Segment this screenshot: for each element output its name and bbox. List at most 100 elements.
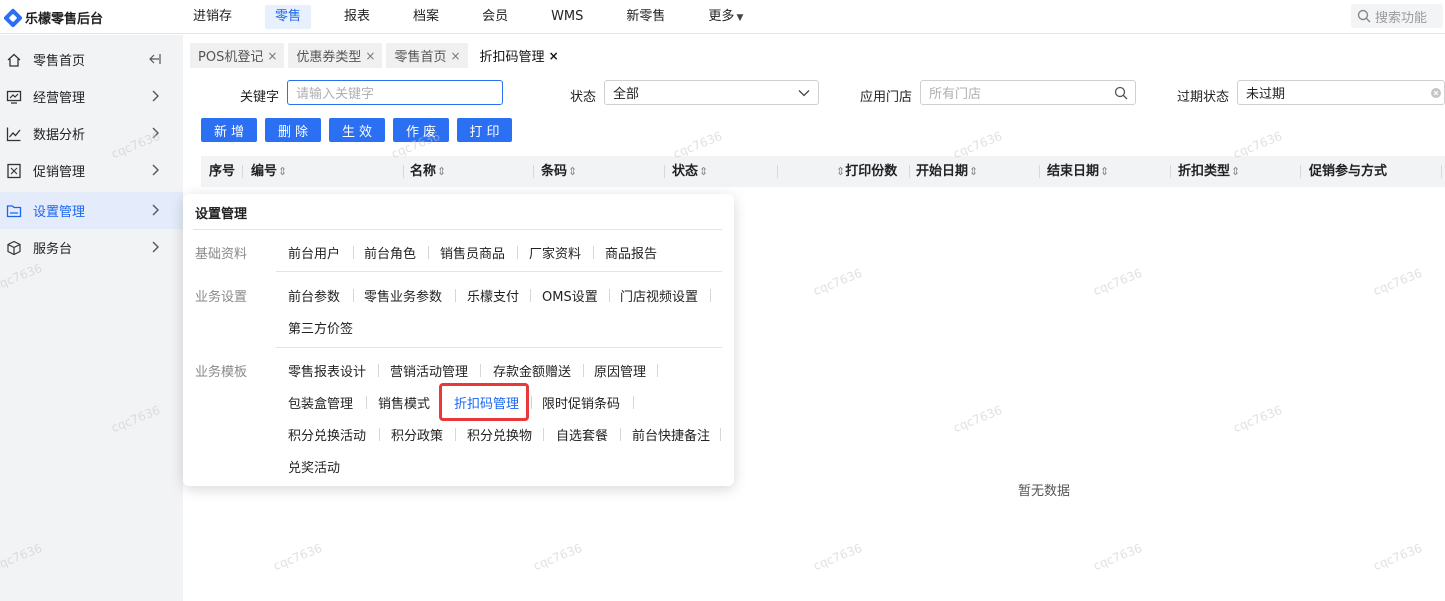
menu-item-custom-combo[interactable]: 自选套餐 xyxy=(556,425,608,444)
tab-pos-register[interactable]: POS机登记 × xyxy=(190,43,285,68)
nav-item-archives[interactable]: 档案 xyxy=(403,5,449,29)
void-button[interactable]: 作废 xyxy=(393,118,449,142)
column-label: 序号 xyxy=(209,164,236,179)
keyword-label: 关键字 xyxy=(240,90,280,105)
menu-item-retail-params[interactable]: 零售业务参数 xyxy=(364,286,442,305)
menu-separator xyxy=(366,396,367,409)
sidebar-item-label: 数据分析 xyxy=(33,128,86,143)
close-icon[interactable]: × xyxy=(549,49,559,63)
nav-item-new-retail[interactable]: 新零售 xyxy=(616,5,675,29)
close-icon[interactable]: × xyxy=(267,49,277,63)
app-logo[interactable]: 乐檬零售后台 xyxy=(3,7,103,28)
column-divider[interactable] xyxy=(777,165,778,178)
column-divider[interactable] xyxy=(909,165,910,178)
nav-item-more[interactable]: 更多 ▼ xyxy=(698,5,753,29)
menu-item-front-users[interactable]: 前台用户 xyxy=(288,243,340,262)
column-divider[interactable] xyxy=(1441,165,1442,178)
column-header-print-count[interactable]: ⇕打印份数 xyxy=(835,156,897,187)
column-header-end-date[interactable]: 结束日期⇕ xyxy=(1047,156,1109,187)
menu-item-prize-redemption[interactable]: 兑奖活动 xyxy=(288,457,340,476)
chevron-right-icon xyxy=(147,239,163,255)
column-label: 状态 xyxy=(672,164,699,179)
menu-item-third-party-price-tag[interactable]: 第三方价签 xyxy=(288,318,353,337)
logo-icon xyxy=(3,7,23,28)
menu-item-packaging-box[interactable]: 包装盒管理 xyxy=(288,393,353,412)
column-divider[interactable] xyxy=(242,165,243,178)
menu-item-salesperson-goods[interactable]: 销售员商品 xyxy=(440,243,505,262)
keyword-input[interactable]: 请输入关键字 xyxy=(287,80,503,105)
activate-button[interactable]: 生效 xyxy=(329,118,385,142)
column-header-start-date[interactable]: 开始日期⇕ xyxy=(916,156,978,187)
column-header-status[interactable]: 状态⇕ xyxy=(672,156,708,187)
tab-label: 折扣码管理 xyxy=(479,50,545,65)
expire-select[interactable]: 未过期 xyxy=(1237,80,1445,105)
menu-item-lemeng-pay[interactable]: 乐檬支付 xyxy=(467,286,519,305)
add-button[interactable]: 新增 xyxy=(201,118,257,142)
collapse-sidebar-icon[interactable] xyxy=(147,51,163,67)
menu-item-oms-settings[interactable]: OMS设置 xyxy=(542,286,598,305)
sidebar-item-label: 服务台 xyxy=(33,242,73,257)
search-icon[interactable] xyxy=(1113,85,1129,101)
print-button[interactable]: 打印 xyxy=(457,118,512,142)
sidebar-item-retail-home[interactable]: 零售首页 xyxy=(0,41,183,78)
column-header-code[interactable]: 编号⇕ xyxy=(251,156,287,187)
tab-coupon-types[interactable]: 优惠券类型 × xyxy=(288,43,383,68)
column-divider[interactable] xyxy=(403,165,404,178)
menu-item-reason-management[interactable]: 原因管理 xyxy=(594,361,646,380)
menu-item-deposit-bonus[interactable]: 存款金额赠送 xyxy=(493,361,571,380)
column-header-name[interactable]: 名称⇕ xyxy=(410,156,446,187)
menu-item-vendor-info[interactable]: 厂家资料 xyxy=(529,243,581,262)
menu-item-points-policy[interactable]: 积分政策 xyxy=(391,425,443,444)
menu-item-points-items[interactable]: 积分兑换物 xyxy=(467,425,532,444)
menu-divider xyxy=(193,229,722,230)
column-divider[interactable] xyxy=(533,165,534,178)
column-header-barcode[interactable]: 条码⇕ xyxy=(541,156,577,187)
menu-item-marketing-activities[interactable]: 营销活动管理 xyxy=(390,361,468,380)
menu-item-store-video[interactable]: 门店视频设置 xyxy=(620,286,698,305)
store-input[interactable]: 所有门店 xyxy=(920,80,1136,105)
menu-item-sales-mode[interactable]: 销售模式 xyxy=(378,393,430,412)
tab-retail-home[interactable]: 零售首页 × xyxy=(386,43,468,68)
tab-discount-code[interactable]: 折扣码管理 × xyxy=(471,43,566,68)
menu-item-retail-report-design[interactable]: 零售报表设计 xyxy=(288,361,366,380)
column-label: 条码 xyxy=(541,164,568,179)
clear-icon[interactable] xyxy=(1428,85,1444,101)
menu-item-product-report[interactable]: 商品报告 xyxy=(605,243,657,262)
nav-item-inventory[interactable]: 进销存 xyxy=(183,5,242,29)
cube-icon xyxy=(6,240,22,256)
close-icon[interactable]: × xyxy=(365,49,375,63)
nav-item-wms[interactable]: WMS xyxy=(541,5,593,29)
sidebar-item-promotions[interactable]: 促销管理 xyxy=(0,152,183,189)
sidebar-item-service-desk[interactable]: 服务台 xyxy=(0,229,183,266)
column-divider[interactable] xyxy=(1039,165,1040,178)
column-divider[interactable] xyxy=(664,165,665,178)
menu-item-discount-code[interactable]: 折扣码管理 xyxy=(454,393,519,412)
main-nav: 进销存 零售 报表 档案 会员 WMS 新零售 更多 ▼ xyxy=(183,0,776,34)
column-header-participation[interactable]: 促销参与方式 xyxy=(1309,156,1387,187)
column-label: 名称 xyxy=(410,164,437,179)
delete-button[interactable]: 删除 xyxy=(265,118,321,142)
menu-separator xyxy=(657,364,658,377)
menu-item-flash-sale-barcode[interactable]: 限时促销条码 xyxy=(542,393,620,412)
menu-item-front-params[interactable]: 前台参数 xyxy=(288,286,340,305)
menu-title: 设置管理 xyxy=(195,207,248,222)
menu-item-points-redeem-event[interactable]: 积分兑换活动 xyxy=(288,425,366,444)
search-box[interactable]: 搜索功能 xyxy=(1351,4,1443,28)
menu-item-quick-notes[interactable]: 前台快捷备注 xyxy=(632,425,710,444)
expire-label: 过期状态 xyxy=(1177,90,1230,105)
column-divider[interactable] xyxy=(1170,165,1171,178)
sidebar-item-settings[interactable]: 设置管理 xyxy=(0,192,183,229)
close-icon[interactable]: × xyxy=(450,49,460,63)
menu-item-front-roles[interactable]: 前台角色 xyxy=(364,243,416,262)
sidebar-item-operations[interactable]: 经营管理 xyxy=(0,78,183,115)
nav-item-reports[interactable]: 报表 xyxy=(334,5,380,29)
watermark: cqc7636 xyxy=(811,265,865,299)
watermark: cqc7636 xyxy=(1231,402,1285,436)
chevron-right-icon xyxy=(147,125,163,141)
column-header-discount-type[interactable]: 折扣类型⇕ xyxy=(1178,156,1240,187)
nav-item-retail[interactable]: 零售 xyxy=(265,5,312,29)
nav-item-members[interactable]: 会员 xyxy=(472,5,518,29)
status-select[interactable]: 全部 xyxy=(604,80,819,105)
sidebar-item-analytics[interactable]: 数据分析 xyxy=(0,115,183,152)
column-divider[interactable] xyxy=(1300,165,1301,178)
